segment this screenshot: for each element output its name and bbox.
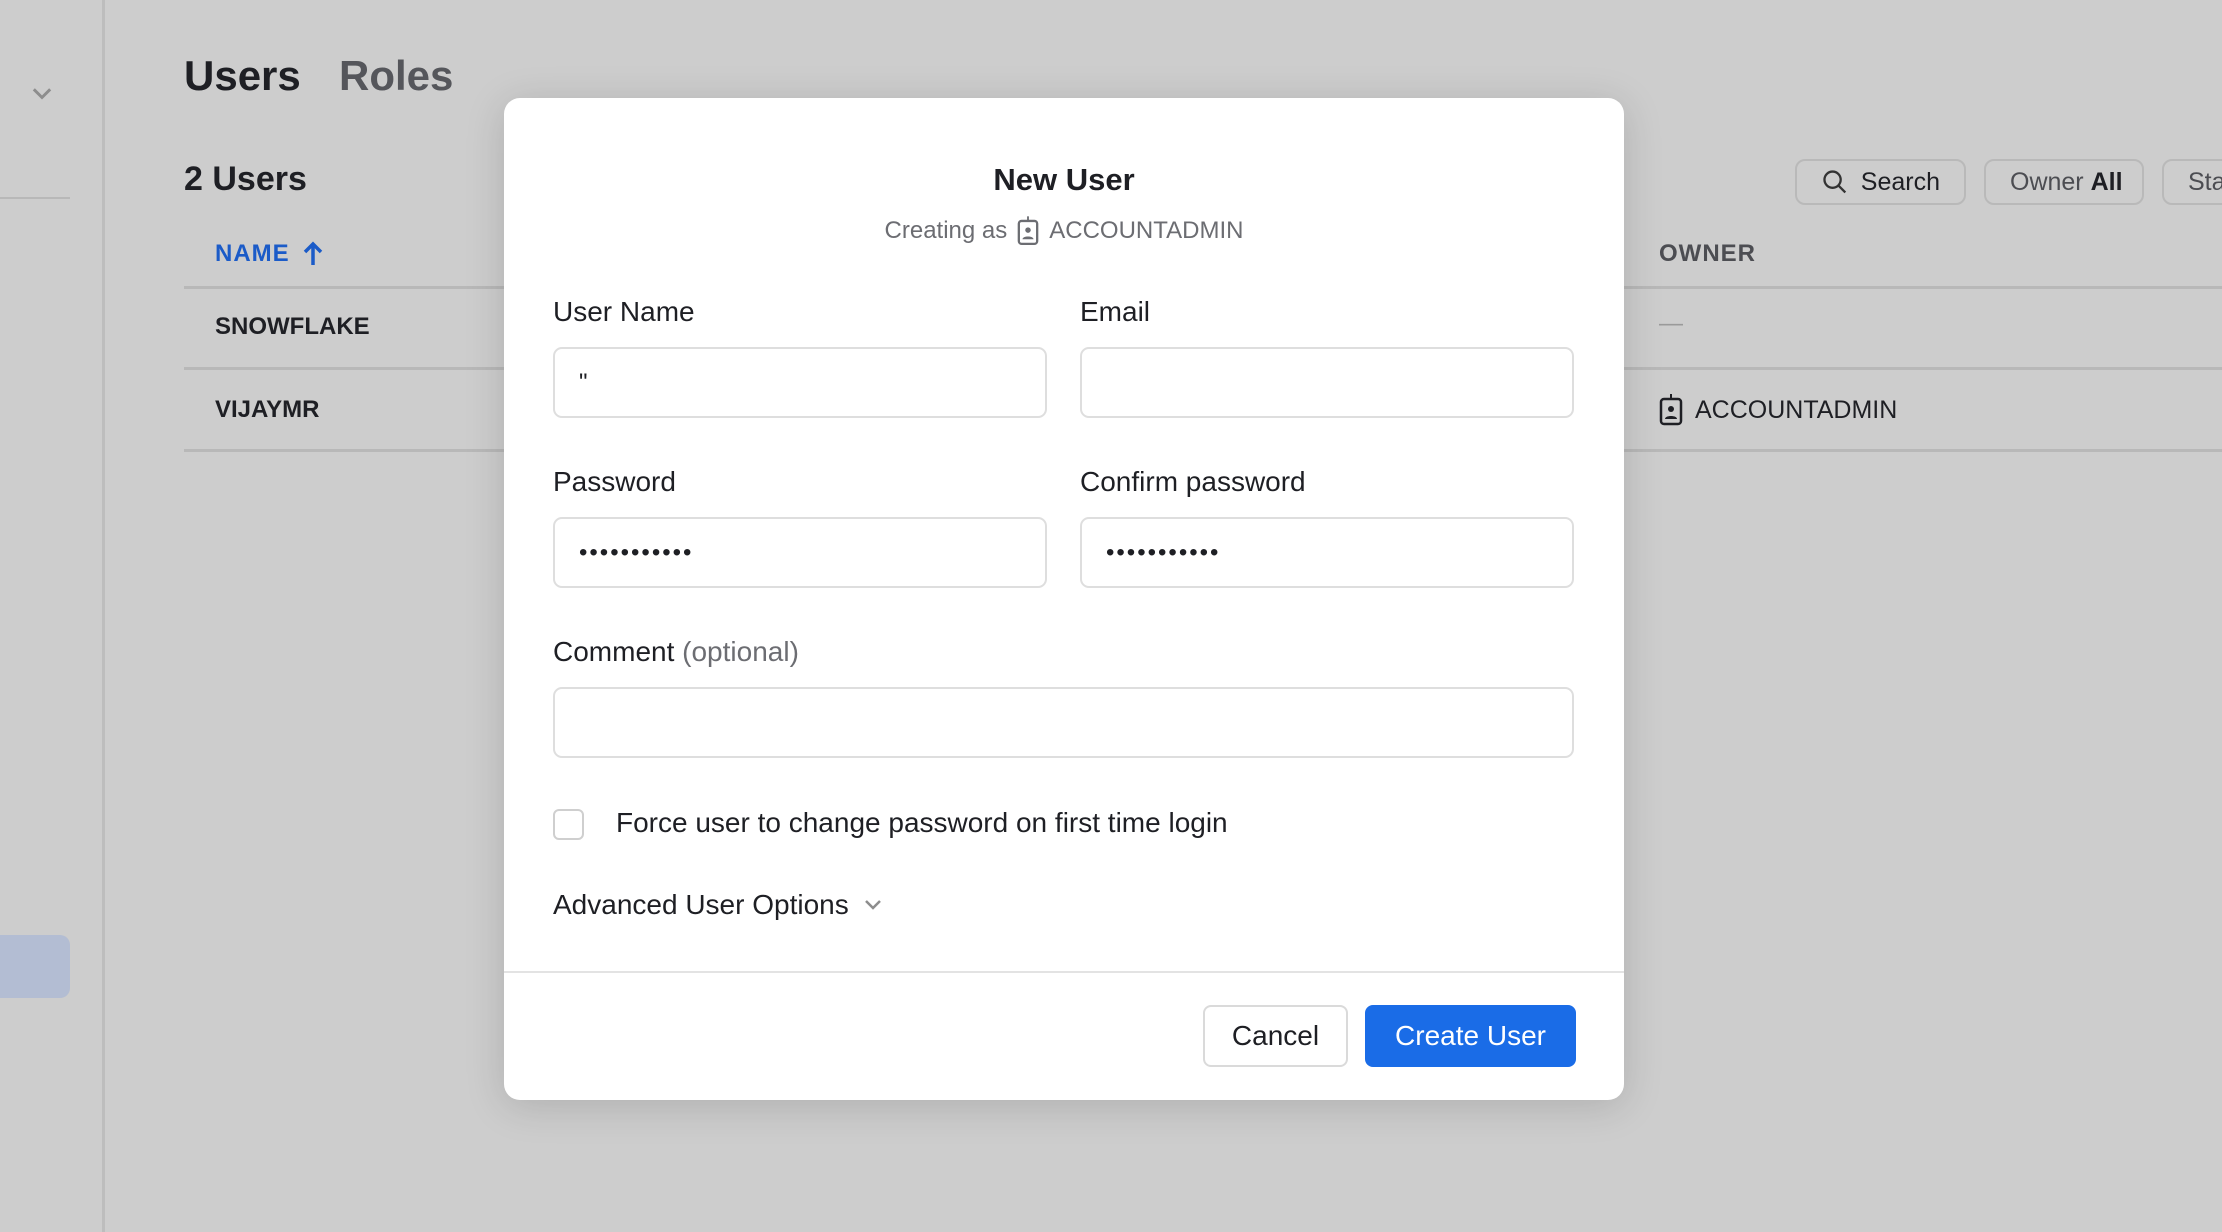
password-label: Password [553,466,676,497]
new-user-dialog: New User Creating as ACCOUNTADMIN User N… [504,98,1624,1100]
sort-ascending-icon [303,241,322,265]
comment-input[interactable] [553,687,1574,758]
user-name-input[interactable]: " [553,347,1047,418]
tab-users[interactable]: Users [184,52,301,100]
sidebar-selected-item[interactable] [0,935,70,998]
row-owner: ACCOUNTADMIN [1659,394,1897,426]
role-badge-icon [1017,216,1039,245]
force-change-label[interactable]: Force user to change password on first t… [616,807,1228,839]
row-name[interactable]: VIJAYMR [215,396,319,424]
creating-as: Creating as ACCOUNTADMIN [884,216,1244,245]
chevron-down-icon [864,900,881,910]
user-count: 2 Users [184,160,307,198]
comment-label: Comment (optional) [553,636,799,667]
chevron-down-icon[interactable] [28,80,56,108]
dialog-title: New User [993,162,1135,197]
footer-divider [504,971,1624,973]
column-header-name[interactable]: NAME [215,240,324,268]
status-filter[interactable]: Sta [2162,159,2222,205]
row-owner: — [1659,310,1683,337]
password-input[interactable]: ••••••••••• [553,517,1047,588]
owner-filter[interactable]: Owner All [1984,159,2144,205]
column-header-owner[interactable]: OWNER [1659,240,1756,268]
email-label: Email [1080,296,1151,327]
confirm-password-input[interactable]: ••••••••••• [1080,517,1574,588]
email-input[interactable] [1080,347,1574,418]
column-name-label: NAME [215,240,290,267]
advanced-options-toggle[interactable]: Advanced User Options [553,889,885,921]
confirm-password-label: Confirm password [1080,466,1306,497]
sidebar-separator [0,197,70,199]
search-button[interactable]: Search [1795,159,1966,205]
cancel-button[interactable]: Cancel [1203,1005,1348,1067]
role-badge-icon [1659,394,1683,426]
tab-roles[interactable]: Roles [339,52,453,100]
row-name[interactable]: SNOWFLAKE [215,313,370,341]
create-user-button[interactable]: Create User [1365,1005,1576,1067]
force-change-checkbox[interactable] [553,809,584,840]
user-name-label: User Name [553,296,695,327]
search-icon [1823,170,1847,194]
sidebar-divider [102,0,105,1232]
